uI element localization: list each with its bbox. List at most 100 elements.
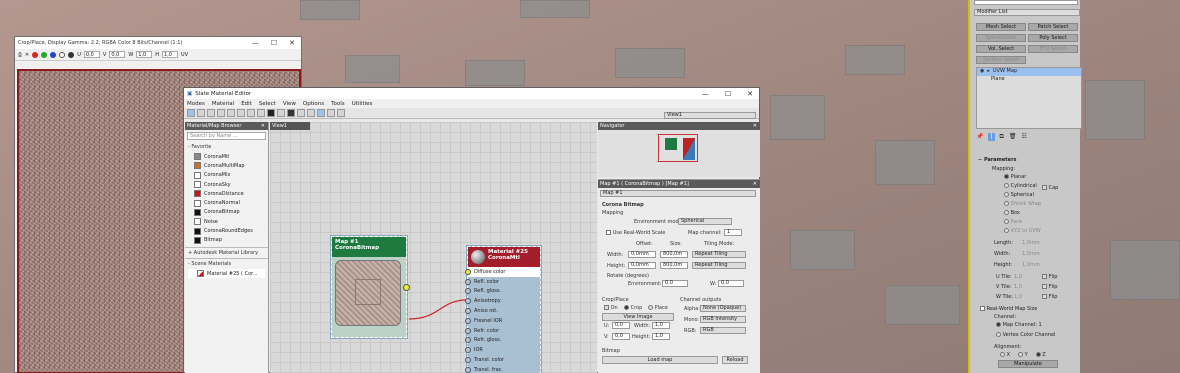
background-icon[interactable] bbox=[257, 109, 265, 117]
crop-height-field[interactable]: 1,0 bbox=[652, 333, 670, 340]
search-input[interactable]: Search by Name ... bbox=[187, 132, 266, 140]
vol-select-button[interactable]: Vol. Select bbox=[976, 45, 1026, 53]
align-y-radio[interactable]: Y bbox=[1018, 352, 1028, 358]
alpha-dropdown[interactable]: None (Opaque) bbox=[700, 305, 746, 312]
close-button[interactable]: ✕ bbox=[747, 90, 753, 98]
material-slot[interactable]: Refl. gloss. bbox=[465, 287, 540, 297]
map-channel-field[interactable]: 1 bbox=[724, 229, 742, 236]
navigator-icon[interactable] bbox=[327, 109, 335, 117]
align-x-radio[interactable]: X bbox=[1000, 352, 1010, 358]
browser-item[interactable]: CoronaRoundEdges bbox=[185, 226, 268, 235]
u-field[interactable]: 0,0 bbox=[83, 51, 100, 58]
material-slot[interactable]: Refl. color bbox=[465, 277, 540, 287]
scene-materials-group[interactable]: - Scene Materials bbox=[185, 257, 268, 269]
length-field[interactable]: 1,0mm bbox=[1022, 240, 1040, 246]
options-icon[interactable] bbox=[277, 109, 285, 117]
crop-v-field[interactable]: 0,0 bbox=[612, 333, 630, 340]
load-map-button[interactable]: Load map bbox=[602, 356, 718, 364]
mapping-option[interactable]: Cylindrical bbox=[1004, 183, 1037, 189]
patch-select-button[interactable]: Patch Select bbox=[1028, 23, 1078, 31]
input-socket[interactable] bbox=[465, 347, 471, 354]
assign-material-icon[interactable] bbox=[207, 109, 215, 117]
expand-icon[interactable]: ▸ bbox=[987, 68, 990, 76]
h-field[interactable]: 1,0 bbox=[162, 51, 179, 58]
input-socket[interactable] bbox=[465, 268, 471, 275]
material-slot[interactable]: Transl. color bbox=[465, 355, 540, 365]
remove-modifier-icon[interactable]: 🗑 bbox=[1009, 133, 1017, 141]
height-tiling-dropdown[interactable]: Repeat Tiling bbox=[692, 262, 746, 269]
surface-select-button[interactable]: Surface Select bbox=[976, 56, 1026, 64]
parameter-editor-icon[interactable] bbox=[317, 109, 325, 117]
stack-item-plane[interactable]: Plane bbox=[977, 76, 1081, 84]
material-slot[interactable]: Diffuse color bbox=[465, 267, 540, 277]
menu-select[interactable]: Select bbox=[259, 101, 276, 107]
minimize-button[interactable]: — bbox=[702, 90, 709, 98]
browser-item[interactable]: CoronaNormal bbox=[185, 198, 268, 207]
cap-checkbox[interactable]: Cap bbox=[1042, 185, 1058, 191]
view-image-button[interactable]: View Image bbox=[602, 313, 674, 321]
close-icon[interactable]: ✕ bbox=[261, 123, 268, 129]
mono-channel-icon[interactable] bbox=[68, 51, 75, 58]
maximize-button[interactable]: ☐ bbox=[271, 39, 277, 47]
height-size-field[interactable]: 800,0m bbox=[660, 262, 688, 269]
material-slot[interactable]: Aniso rot. bbox=[465, 306, 540, 316]
real-world-checkbox[interactable]: Real-World Map Size bbox=[980, 306, 1037, 312]
layout-icon[interactable] bbox=[237, 109, 245, 117]
eye-icon[interactable]: ◉ bbox=[980, 68, 984, 76]
input-socket[interactable] bbox=[465, 327, 471, 334]
browser-item[interactable]: CoronaDistance bbox=[185, 189, 268, 198]
favorite-group[interactable]: - Favorite bbox=[185, 142, 268, 152]
layout-children-icon[interactable] bbox=[247, 109, 255, 117]
manipulate-button[interactable]: Manipulate bbox=[998, 360, 1058, 368]
navigator-viewport[interactable] bbox=[658, 134, 698, 162]
input-socket[interactable] bbox=[465, 288, 471, 295]
menu-view[interactable]: View bbox=[283, 101, 296, 107]
crop-radio[interactable]: Crop bbox=[624, 305, 642, 311]
width-offset-field[interactable]: 0,0mm bbox=[628, 251, 656, 258]
material-node[interactable]: Material #25 CoronaMtl Diffuse color Refl.… bbox=[465, 246, 541, 373]
v-flip-checkbox[interactable]: Flip bbox=[1042, 284, 1057, 290]
wtile-field[interactable]: 1,0 bbox=[1014, 294, 1022, 300]
render-icon[interactable] bbox=[287, 109, 295, 117]
close-button[interactable]: ✕ bbox=[289, 39, 295, 47]
map-channel-radio[interactable]: Map Channel: 1 bbox=[996, 322, 1042, 328]
delete-icon[interactable] bbox=[217, 109, 225, 117]
height-field[interactable]: 1,0mm bbox=[1022, 262, 1040, 268]
material-slot[interactable]: IOR bbox=[465, 345, 540, 355]
place-radio[interactable]: Place bbox=[648, 305, 668, 311]
input-socket[interactable] bbox=[465, 278, 471, 285]
menu-modes[interactable]: Modes bbox=[187, 101, 205, 107]
material-slot[interactable]: Refr. color bbox=[465, 326, 540, 336]
v-field[interactable]: 0,0 bbox=[109, 51, 126, 58]
mono-dropdown[interactable]: RGB Intensity bbox=[700, 316, 746, 323]
browser-item[interactable]: CoronaMtl bbox=[185, 152, 268, 161]
poly-select-button[interactable]: Poly Select bbox=[1028, 34, 1078, 42]
crop-width-field[interactable]: 1,0 bbox=[652, 322, 670, 329]
maximize-button[interactable]: ☐ bbox=[725, 90, 731, 98]
rollout-title[interactable]: Corona Bitmap bbox=[602, 202, 644, 208]
browser-item[interactable]: Noise bbox=[185, 217, 268, 226]
spline-select-button[interactable]: SplineSelect bbox=[976, 34, 1026, 42]
view-dropdown[interactable]: View1 bbox=[664, 112, 756, 119]
browser-item[interactable]: CoronaMix bbox=[185, 171, 268, 180]
show-end-icon[interactable]: | bbox=[988, 133, 995, 141]
pick-material-icon[interactable] bbox=[197, 109, 205, 117]
connection-wire[interactable] bbox=[408, 299, 468, 320]
mapping-option[interactable]: Spherical bbox=[1004, 192, 1034, 198]
mapping-option[interactable]: Planar bbox=[1004, 174, 1026, 180]
pin-icon[interactable]: 📌 bbox=[976, 133, 983, 141]
input-socket[interactable] bbox=[465, 298, 471, 305]
menu-material[interactable]: Material bbox=[212, 101, 234, 107]
input-socket[interactable] bbox=[465, 357, 471, 364]
menu-options[interactable]: Options bbox=[303, 101, 324, 107]
menu-edit[interactable]: Edit bbox=[241, 101, 252, 107]
width-field[interactable]: 1,0mm bbox=[1022, 251, 1040, 257]
material-slot[interactable]: Refr. gloss. bbox=[465, 336, 540, 346]
w-flip-checkbox[interactable]: Flip bbox=[1042, 294, 1057, 300]
env-mode-dropdown[interactable]: Spherical bbox=[678, 218, 732, 225]
browser-item[interactable]: Bitmap bbox=[185, 236, 268, 245]
uv-label[interactable]: UV bbox=[181, 52, 188, 58]
mapping-option[interactable]: Face bbox=[1004, 219, 1022, 225]
height-offset-field[interactable]: 0,0mm bbox=[628, 262, 656, 269]
show-map-icon[interactable] bbox=[227, 109, 235, 117]
